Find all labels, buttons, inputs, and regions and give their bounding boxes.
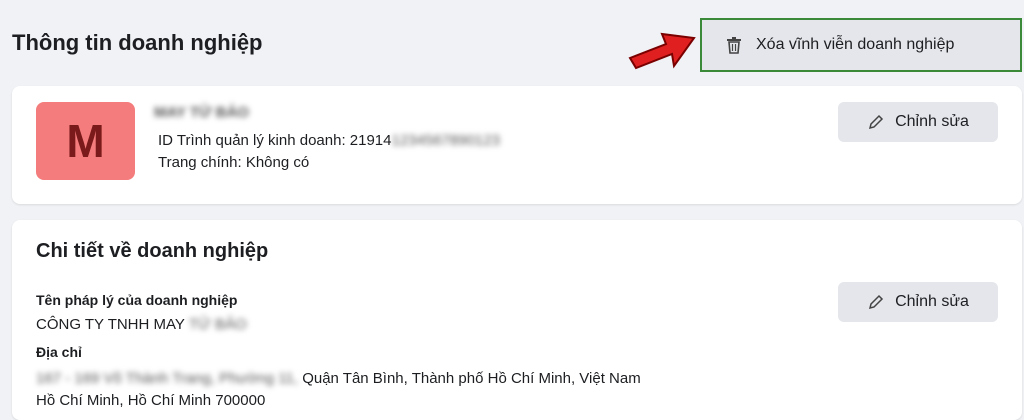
address-line-1: 167 - 169 Võ Thành Trang, Phường 11, Quậ… [36,370,641,387]
business-details-card: Chi tiết về doanh nghiệp Tên pháp lý của… [12,220,1022,420]
page-title: Thông tin doanh nghiệp [12,30,263,55]
address-line-2: Hồ Chí Minh, Hồ Chí Minh 700000 [36,392,266,409]
edit-profile-button[interactable]: Chỉnh sửa [838,102,998,142]
edit-profile-label: Chỉnh sửa [895,113,969,130]
address-line-1-text: Quận Tân Bình, Thành phố Hồ Chí Minh, Vi… [302,370,641,387]
edit-details-button[interactable]: Chỉnh sửa [838,282,998,322]
business-manager-id-label: ID Trình quản lý kinh doanh: 21914 [158,132,392,149]
section-title: Chi tiết về doanh nghiệp [36,240,269,262]
edit-details-label: Chỉnh sửa [895,293,969,310]
business-name: MAY TỬ BẢO [154,104,249,121]
legal-name-blurred: TỬ BẢO [188,316,247,333]
pencil-icon [867,113,885,131]
business-manager-id: ID Trình quản lý kinh doanh: 21914123456… [158,132,500,149]
red-arrow-icon [628,32,696,70]
address-label: Địa chỉ [36,344,82,360]
avatar: M [36,102,135,180]
delete-business-label: Xóa vĩnh viễn doanh nghiệp [756,36,955,53]
legal-name-text: CÔNG TY TNHH MAY [36,316,185,333]
business-manager-id-blurred: 1234567890123 [391,132,500,149]
business-profile-card: M MAY TỬ BẢO ID Trình quản lý kinh doanh… [12,86,1022,204]
delete-business-button[interactable]: Xóa vĩnh viễn doanh nghiệp [700,18,1022,72]
legal-name-label: Tên pháp lý của doanh nghiệp [36,292,238,308]
main-page-text: Trang chính: Không có [158,154,310,171]
pencil-icon [867,293,885,311]
address-blurred: 167 - 169 Võ Thành Trang, Phường 11, [36,370,299,387]
trash-icon [724,35,744,55]
legal-name-value: CÔNG TY TNHH MAY TỬ BẢO [36,316,247,333]
